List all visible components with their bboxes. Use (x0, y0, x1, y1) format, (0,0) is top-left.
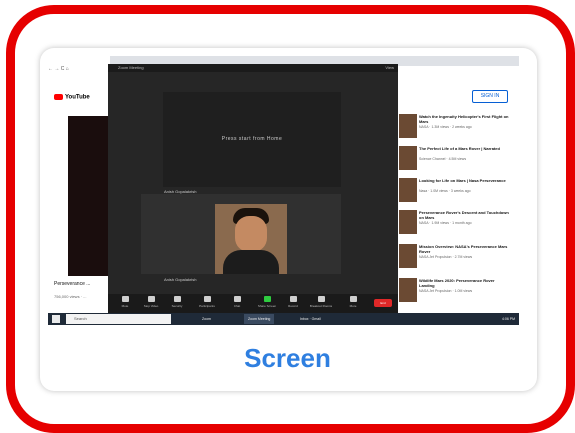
camera-icon (147, 296, 155, 302)
share-screen-label: Share Screen (257, 304, 277, 308)
shield-icon (173, 296, 181, 302)
chat-label: Chat (233, 304, 241, 308)
taskbar-app[interactable]: Zoom (198, 314, 215, 324)
screen-caption: Screen (244, 343, 331, 373)
video-player[interactable] (68, 116, 110, 276)
mute-label: Mute (121, 304, 129, 308)
end-meeting-button[interactable]: End (374, 299, 392, 307)
list-item-meta: NASA · 1.3M views · 2 weeks ago (419, 125, 472, 129)
participant-shirt (223, 250, 279, 274)
browser-nav[interactable]: ← → C ⌂ (48, 66, 110, 76)
system-tray-clock[interactable]: 4:06 PM (502, 313, 515, 325)
sign-in-button[interactable]: SIGN IN (472, 90, 508, 103)
zoom-titlebar[interactable]: Zoom Meeting (108, 64, 398, 72)
taskbar-app[interactable]: Inbox · Gmail (296, 314, 325, 324)
youtube-play-icon (54, 94, 63, 100)
list-item-title: Watch the Ingenuity Helicopter's First F… (419, 114, 509, 124)
more-button[interactable]: More (340, 296, 366, 311)
video-thumbnail (399, 278, 417, 302)
people-icon (203, 296, 211, 302)
list-item-meta: Science Channel · 4.5M views (419, 157, 467, 161)
list-item[interactable]: The Perfect Life of a Mars Rover | Narra… (397, 146, 517, 172)
participants-label: Participants (199, 304, 215, 308)
participant-face (235, 216, 267, 252)
youtube-logo[interactable]: YouTube (54, 94, 94, 102)
share-icon (263, 296, 271, 302)
list-item[interactable]: Perseverance Rover's Descent and Touchdo… (397, 210, 517, 236)
mute-button[interactable]: Mute (112, 296, 138, 311)
taskbar-app[interactable]: Zoom Meeting (244, 314, 275, 324)
record-button[interactable]: Record (280, 296, 306, 311)
participant-video[interactable] (215, 204, 287, 274)
youtube-page: ← → C ⌂ YouTube Perseverance ... 756,000… (48, 56, 110, 313)
youtube-logo-text: YouTube (65, 94, 90, 101)
breakout-rooms-label: Breakout Rooms (309, 304, 333, 308)
windows-start-icon[interactable] (52, 315, 60, 323)
video-thumbnail (399, 244, 417, 268)
share-screen-button[interactable]: Share Screen (254, 296, 280, 311)
record-icon (289, 296, 297, 302)
chat-icon (233, 296, 241, 302)
rooms-icon (317, 296, 325, 302)
security-label: Security (171, 304, 183, 308)
more-icon (349, 296, 357, 302)
list-item[interactable]: Wildlife Mars 2020: Perseverance Rover L… (397, 278, 517, 304)
microphone-icon (121, 296, 129, 302)
meeting-toolbar: Mute Stop Video Security Participants Ch… (108, 294, 398, 313)
video-meta: 756,000 views · ... (54, 294, 87, 299)
participants-button[interactable]: Participants (194, 296, 220, 311)
screen-capture: ← → C ⌂ YouTube Perseverance ... 756,000… (48, 56, 519, 325)
video-thumbnail (399, 178, 417, 202)
stop-video-button[interactable]: Stop Video (138, 296, 164, 311)
list-item-title: Wildlife Mars 2020: Perseverance Rover L… (419, 278, 495, 288)
list-item[interactable]: Watch the Ingenuity Helicopter's First F… (397, 114, 517, 140)
list-item-meta: NASA Jet Propulsion · 1.0M views (419, 289, 473, 293)
record-label: Record (288, 304, 298, 308)
video-thumbnail (399, 146, 417, 170)
windows-taskbar: Search Zoom Zoom Meeting Inbox · Gmail 4… (48, 313, 519, 325)
list-item-title: Mission Overview: NASA's Perseverance Ma… (419, 244, 508, 254)
taskbar-search[interactable]: Search (66, 314, 171, 324)
list-item[interactable]: Looking for Life on Mars | Nasa Persever… (397, 178, 517, 204)
list-item-title: Perseverance Rover's Descent and Touchdo… (419, 210, 509, 220)
list-item-title: Looking for Life on Mars | Nasa Persever… (419, 178, 506, 183)
breakout-rooms-button[interactable]: Breakout Rooms (308, 296, 334, 311)
stop-video-label: Stop Video (143, 304, 159, 308)
video-thumbnail (399, 210, 417, 234)
participant-name: Anish Gopalakrish (164, 277, 197, 282)
list-item-meta: Nasa · 1.0M views · 3 weeks ago (419, 189, 471, 193)
list-item-meta: NASA · 1.9M views · 1 month ago (419, 221, 472, 225)
security-button[interactable]: Security (164, 296, 190, 311)
video-thumbnail (399, 114, 417, 138)
zoom-window: Zoom Meeting View Press start from Home … (108, 64, 398, 313)
share-message: Press start from Home (221, 136, 283, 142)
more-label: More (349, 304, 357, 308)
list-item[interactable]: Mission Overview: NASA's Perseverance Ma… (397, 244, 517, 270)
video-title: Perseverance ... (54, 281, 91, 287)
list-item-title: The Perfect Life of a Mars Rover | Narra… (419, 146, 500, 151)
shared-screen-panel: Press start from Home (163, 92, 341, 187)
chat-button[interactable]: Chat (224, 296, 250, 311)
view-toggle[interactable]: View (385, 64, 394, 72)
list-item-meta: NASA Jet Propulsion · 2.7M views (419, 255, 473, 259)
